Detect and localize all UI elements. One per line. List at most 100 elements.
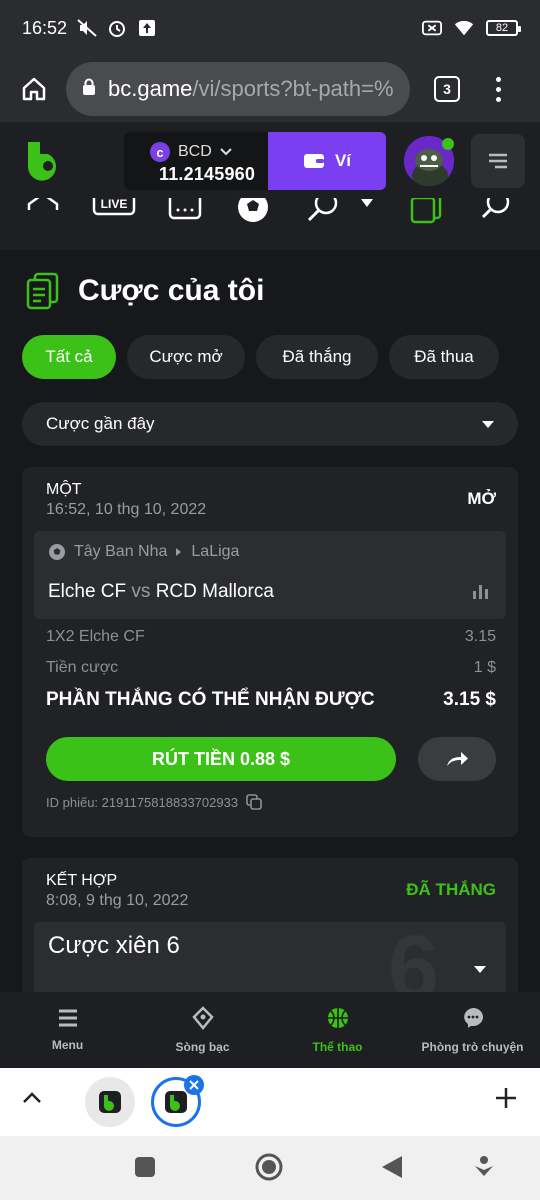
match-teams: Elche CF vs RCD Mallorca (48, 581, 274, 603)
status-bar: 16:52 82 (0, 0, 540, 56)
menu-icon (58, 1009, 77, 1027)
bet-date: 16:52, 10 thg 10, 2022 (46, 501, 207, 518)
parlay-count-watermark: 6 (388, 922, 440, 998)
site-header: c BCD 11.2145960 Ví (0, 122, 540, 198)
chevron-down-icon (220, 148, 232, 156)
nav-menu-label: Menu (51, 1038, 84, 1052)
svg-text:LIVE: LIVE (101, 198, 128, 211)
url-host: bc.game (108, 76, 193, 101)
bet-date: 8:08, 9 thg 10, 2022 (46, 892, 189, 909)
bets-slip-icon (26, 272, 59, 310)
away-team: RCD Mallorca (155, 581, 274, 602)
ticket-id-row: ID phiếu: 2191175818833702933 (46, 794, 262, 810)
filter-won[interactable]: Đã thắng (256, 335, 378, 379)
cashout-button[interactable]: RÚT TIỀN 0.88 $ (46, 737, 396, 781)
wifi-icon (454, 19, 474, 37)
browser-tab-strip (0, 1068, 540, 1136)
hamburger-icon (489, 153, 507, 169)
parlay-title: Cược xiên 6 (48, 932, 180, 959)
filter-lost[interactable]: Đã thua (389, 335, 499, 379)
nav-sports-label: Thể thao (312, 1040, 363, 1054)
soccer-ball-icon (49, 544, 65, 560)
recent-bets-select[interactable]: Cược gần đây (22, 402, 518, 446)
bc-favicon-icon (99, 1091, 121, 1113)
stake-label: Tiền cược (46, 659, 119, 676)
payout-value: 3.15 $ (443, 689, 496, 710)
no-sim-icon (422, 19, 442, 37)
home-circle-icon[interactable] (254, 1152, 284, 1182)
close-tab-button[interactable] (184, 1075, 204, 1095)
bc-logo-icon[interactable] (24, 140, 66, 182)
bet-type: MỘT (46, 481, 82, 498)
new-tab-icon[interactable] (494, 1086, 518, 1110)
payout-row: PHẦN THẮNG CÓ THỂ NHẬN ĐƯỢC 3.15 $ (46, 689, 496, 711)
lock-icon (82, 78, 96, 101)
league-breadcrumb: Tây Ban Nha LaLiga (48, 543, 239, 561)
lobby-icon[interactable] (26, 198, 60, 220)
site-bottom-nav: Menu Sòng bạc Thể thao Phòng trò chuyện (0, 992, 540, 1068)
payout-label: PHẦN THẮNG CÓ THỂ NHẬN ĐƯỢC (46, 689, 375, 710)
nav-sports[interactable]: Thể thao (270, 992, 405, 1068)
nav-casino[interactable]: Sòng bạc (135, 992, 270, 1068)
url-path: /vi/sports?bt-path=% (192, 76, 394, 101)
clock: 16:52 (22, 17, 68, 38)
mute-icon (77, 19, 97, 37)
market-label: 1X2 Elche CF (46, 628, 145, 645)
basketball-icon (327, 1008, 348, 1028)
alarm-icon (107, 19, 127, 37)
upload-icon (137, 19, 157, 37)
balance-selector[interactable]: c BCD 11.2145960 (124, 132, 268, 190)
back-icon[interactable] (380, 1154, 404, 1180)
more-sports-caret-icon[interactable] (360, 198, 374, 208)
balance-amount: 11.2145960 (159, 164, 256, 184)
live-icon[interactable]: LIVE (92, 198, 136, 218)
breadcrumb-arrow-icon (176, 548, 182, 556)
bet-status: MỞ (467, 489, 496, 508)
tab-thumbnail[interactable] (85, 1077, 135, 1127)
wallet-icon (303, 154, 324, 168)
parlay-summary[interactable]: 6 Cược xiên 6 (34, 922, 506, 998)
bet-card: MỘT 16:52, 10 thg 10, 2022 MỞ Tây Ban Nh… (22, 467, 518, 837)
dropdown-caret-icon (482, 420, 494, 428)
recent-bets-label: Cược gần đây (46, 414, 155, 433)
chevron-up-icon[interactable] (22, 1090, 42, 1104)
calendar-icon[interactable] (168, 198, 202, 220)
expand-caret-icon[interactable] (474, 966, 486, 973)
stake-row: Tiền cược 1 $ (46, 659, 496, 677)
ticket-id: ID phiếu: 2191175818833702933 (46, 794, 239, 810)
tennis-icon[interactable] (306, 198, 340, 224)
match-info[interactable]: Tây Ban Nha LaLiga Elche CF vs RCD Mallo… (34, 531, 506, 619)
home-button[interactable] (14, 69, 54, 109)
wallet-label: Ví (334, 151, 352, 170)
recents-icon[interactable] (134, 1156, 156, 1178)
site-menu-button[interactable] (471, 134, 525, 188)
nav-menu[interactable]: Menu (0, 992, 135, 1068)
page-title: Cược của tôi (78, 274, 265, 307)
browser-menu-button[interactable] (496, 76, 501, 102)
country-name: Tây Ban Nha (74, 543, 168, 560)
bet-filter-tabs: Tất cả Cược mở Đã thắng Đã thua (22, 335, 499, 379)
nav-chat[interactable]: Phòng trò chuyện (405, 992, 540, 1068)
sport-category-strip: LIVE (0, 198, 540, 250)
casino-icon (191, 1006, 214, 1030)
bcd-coin-icon: c (150, 142, 170, 162)
nav-chat-label: Phòng trò chuyện (421, 1040, 524, 1054)
bet-card: KẾT HỢP 8:08, 9 thg 10, 2022 ĐÃ THẮNG 6 … (22, 858, 518, 998)
assistant-icon[interactable] (474, 1154, 494, 1178)
filter-all[interactable]: Tất cả (22, 335, 116, 379)
my-bets-icon[interactable] (410, 198, 442, 224)
stats-icon[interactable] (472, 583, 490, 599)
chat-icon (463, 1008, 483, 1028)
vs-label: vs (131, 581, 151, 602)
search-icon[interactable] (480, 198, 512, 224)
tab-switcher-button[interactable]: 3 (434, 76, 460, 102)
home-icon (22, 77, 46, 101)
soccer-icon[interactable] (236, 198, 270, 224)
share-button[interactable] (418, 737, 496, 781)
filter-open[interactable]: Cược mở (127, 335, 245, 379)
address-bar[interactable]: bc.game/vi/sports?bt-path=% (66, 62, 410, 116)
league-name: LaLiga (191, 543, 240, 560)
copy-icon[interactable] (246, 794, 262, 810)
wallet-button[interactable]: Ví (268, 132, 386, 190)
browser-toolbar: bc.game/vi/sports?bt-path=% 3 (0, 56, 540, 122)
